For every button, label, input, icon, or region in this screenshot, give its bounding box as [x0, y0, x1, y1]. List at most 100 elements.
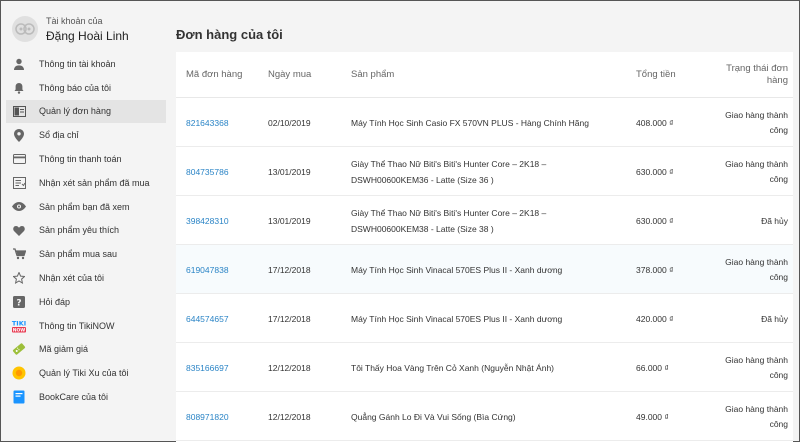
menu-label: Thông tin thanh toán [39, 154, 122, 165]
column-header-date: Ngày mua [268, 69, 312, 80]
order-id-link[interactable]: 835166697 [186, 363, 229, 373]
menu-label: Quản lý đơn hàng [39, 106, 111, 117]
menu-item-coupons[interactable]: Mã giảm giá [6, 338, 166, 362]
order-status: Giao hàng thành công [725, 404, 788, 429]
svg-text:?: ? [16, 298, 21, 308]
location-pin-icon [6, 128, 32, 142]
coupon-icon [6, 342, 32, 356]
page-title: Đơn hàng của tôi [176, 27, 283, 42]
menu-label: Sản phẩm yêu thích [39, 225, 120, 236]
table-row[interactable]: 619047838 17/12/2018 Máy Tính Học Sinh V… [176, 245, 793, 294]
table-row[interactable]: 821643368 02/10/2019 Máy Tính Học Sinh C… [176, 98, 793, 147]
order-status: Giao hàng thành công [725, 355, 788, 380]
tikinow-icon: TIKI NOW [6, 319, 32, 333]
menu-item-my-reviews[interactable]: Nhận xét của tôi [6, 266, 166, 290]
credit-card-icon [6, 154, 32, 165]
order-id-link[interactable]: 398428310 [186, 216, 229, 226]
menu-item-bookcare[interactable]: BookCare của tôi [6, 385, 166, 409]
menu-label: Thông báo của tôi [39, 82, 112, 93]
menu-label: Hỏi đáp [39, 296, 71, 307]
menu-item-favorites[interactable]: Sản phẩm yêu thích [6, 219, 166, 243]
review-list-icon [6, 176, 32, 189]
order-product: Máy Tính Học Sinh Vinacal 570ES Plus II … [351, 265, 563, 275]
sidebar: Tài khoản của Đặng Hoài Linh Thông tin t… [0, 0, 166, 442]
heart-icon [6, 225, 32, 236]
order-product: Giày Thể Thao Nữ Biti's Biti's Hunter Co… [351, 159, 547, 185]
cart-icon [6, 248, 32, 260]
svg-text:NOW: NOW [13, 327, 26, 333]
order-date: 12/12/2018 [268, 412, 311, 422]
menu-label: Sổ địa chỉ [39, 130, 79, 141]
order-product: Máy Tính Học Sinh Casio FX 570VN PLUS - … [351, 118, 589, 128]
table-row[interactable]: 808971820 12/12/2018 Quẳng Gánh Lo Đi Và… [176, 392, 793, 441]
order-date: 17/12/2018 [268, 314, 311, 324]
order-total: 420.000 ₫ [636, 314, 674, 324]
account-name: Đặng Hoài Linh [46, 29, 129, 43]
menu-label: Sản phẩm mua sau [39, 249, 118, 260]
order-total: 408.000 ₫ [636, 118, 674, 128]
order-status: Giao hàng thành công [725, 159, 788, 184]
orders-table: Mã đơn hàng Ngày mua Sản phẩm Tổng tiền … [176, 52, 793, 442]
menu-label: Nhận xét sản phẩm đã mua [39, 177, 150, 188]
menu-item-tiki-xu[interactable]: Quản lý Tiki Xu của tôi [6, 361, 166, 385]
star-icon [6, 272, 32, 285]
menu-item-notifications[interactable]: Thông báo của tôi [6, 76, 166, 100]
order-status: Giao hàng thành công [725, 257, 788, 282]
account-header: Tài khoản của Đặng Hoài Linh [12, 12, 162, 48]
menu-label: Nhận xét của tôi [39, 273, 105, 284]
order-id-link[interactable]: 808971820 [186, 412, 229, 422]
order-total: 66.000 ₫ [636, 363, 669, 373]
column-header-order-id: Mã đơn hàng [186, 69, 243, 80]
question-icon: ? [6, 295, 32, 308]
eye-icon [6, 202, 32, 212]
order-date: 13/01/2019 [268, 167, 311, 177]
menu-item-viewed-products[interactable]: Sản phẩm bạn đã xem [6, 195, 166, 219]
table-row[interactable]: 398428310 13/01/2019 Giày Thể Thao Nữ Bi… [176, 196, 793, 245]
menu-item-account-info[interactable]: Thông tin tài khoản [6, 52, 166, 76]
menu-item-tikinow[interactable]: TIKI NOW Thông tin TikiNOW [6, 314, 166, 338]
order-date: 13/01/2019 [268, 216, 311, 226]
order-id-link[interactable]: 644574657 [186, 314, 229, 324]
menu-item-payment-info[interactable]: Thông tin thanh toán [6, 147, 166, 171]
order-status: Giao hàng thành công [725, 110, 788, 135]
order-product: Tôi Thấy Hoa Vàng Trên Cỏ Xanh (Nguyễn N… [351, 363, 555, 373]
order-id-link[interactable]: 821643368 [186, 118, 229, 128]
bell-icon [6, 82, 32, 94]
orders-icon [6, 105, 32, 117]
order-total: 630.000 ₫ [636, 167, 674, 177]
table-row[interactable]: 835166697 12/12/2018 Tôi Thấy Hoa Vàng T… [176, 343, 793, 392]
account-menu: Thông tin tài khoản Thông báo của tôi Qu… [6, 52, 166, 409]
order-status: Đã hủy [761, 216, 788, 226]
column-header-product: Sản phẩm [351, 69, 395, 80]
table-row[interactable]: 804735786 13/01/2019 Giày Thể Thao Nữ Bi… [176, 147, 793, 196]
order-status: Đã hủy [761, 314, 788, 324]
account-subtitle: Tài khoản của [46, 16, 103, 26]
menu-item-address-book[interactable]: Sổ địa chỉ [6, 123, 166, 147]
menu-item-order-management[interactable]: Quản lý đơn hàng [6, 99, 166, 124]
menu-item-buy-later[interactable]: Sản phẩm mua sau [6, 242, 166, 266]
menu-label: Quản lý Tiki Xu của tôi [39, 368, 129, 379]
menu-label: Sản phẩm bạn đã xem [39, 201, 130, 212]
menu-label: BookCare của tôi [39, 392, 109, 403]
order-product: Máy Tính Học Sinh Vinacal 570ES Plus II … [351, 314, 563, 324]
column-header-total: Tổng tiền [636, 69, 676, 80]
order-product: Quẳng Gánh Lo Đi Và Vui Sống (Bìa Cứng) [351, 412, 516, 422]
table-header: Mã đơn hàng Ngày mua Sản phẩm Tổng tiền … [176, 52, 793, 98]
tiki-xu-coin-icon [6, 366, 32, 380]
menu-label: Thông tin tài khoản [39, 58, 116, 69]
menu-label: Mã giảm giá [39, 344, 89, 355]
order-id-link[interactable]: 804735786 [186, 167, 229, 177]
order-id-link[interactable]: 619047838 [186, 265, 229, 275]
user-icon [6, 58, 32, 70]
table-row[interactable]: 644574657 17/12/2018 Máy Tính Học Sinh V… [176, 294, 793, 343]
order-total: 378.000 ₫ [636, 265, 674, 275]
bookcare-icon [6, 390, 32, 404]
avatar[interactable] [12, 16, 38, 42]
order-date: 02/10/2019 [268, 118, 311, 128]
order-total: 49.000 ₫ [636, 412, 669, 422]
order-product: Giày Thể Thao Nữ Biti's Biti's Hunter Co… [351, 208, 547, 234]
svg-text:TIKI: TIKI [12, 319, 26, 327]
column-header-status: Trạng thái đơn hàng [726, 63, 788, 86]
menu-item-purchased-reviews[interactable]: Nhận xét sản phẩm đã mua [6, 171, 166, 195]
menu-item-qa[interactable]: ? Hỏi đáp [6, 290, 166, 314]
